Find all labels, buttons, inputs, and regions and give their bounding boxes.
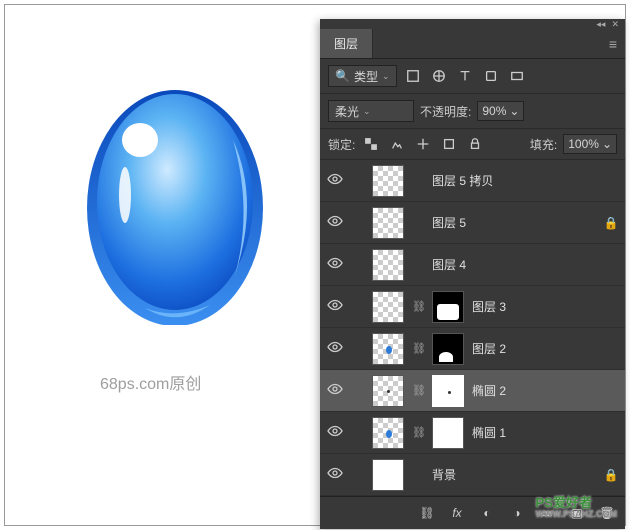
lock-artboard-icon[interactable] — [439, 134, 459, 154]
visibility-toggle[interactable] — [326, 257, 344, 272]
layer-row[interactable]: ⛓ 图层 2 — [320, 328, 625, 370]
layer-row[interactable]: ⛓ 椭圆 1 — [320, 412, 625, 454]
layer-mask-thumb — [432, 375, 464, 407]
blend-row: 柔光 ⌄ 不透明度: 90% ⌄ — [320, 94, 625, 129]
link-layers-icon[interactable]: ⛓ — [417, 503, 437, 523]
layer-thumb — [372, 417, 404, 449]
layer-name: 背景 — [432, 466, 595, 483]
layer-name: 图层 4 — [432, 256, 595, 273]
layer-name: 图层 5 拷贝 — [432, 172, 595, 189]
filter-smart-icon[interactable] — [507, 66, 527, 86]
visibility-toggle[interactable] — [326, 299, 344, 314]
layer-mask-thumb — [432, 333, 464, 365]
layer-thumb — [372, 333, 404, 365]
filter-pixel-icon[interactable] — [403, 66, 423, 86]
layer-row[interactable]: 背景 🔒 — [320, 454, 625, 496]
canvas-area: 68ps.com原创 — [5, 5, 315, 525]
lock-row: 锁定: 填充: 100% ⌄ — [320, 129, 625, 160]
layer-link-icon[interactable]: ⛓ — [412, 342, 424, 355]
filter-kind-label: 类型 — [354, 68, 378, 85]
site-watermark: PS爱好者 WWW.PSAHZ.COM — [536, 492, 618, 519]
layer-row[interactable]: 图层 5 拷贝 — [320, 160, 625, 202]
watermark-main: PS爱好者 — [536, 495, 592, 510]
chevron-down-icon: ⌄ — [602, 137, 612, 151]
opacity-label: 不透明度: — [420, 103, 471, 120]
layer-row[interactable]: 图层 4 — [320, 244, 625, 286]
visibility-toggle[interactable] — [326, 215, 344, 230]
blend-mode-value: 柔光 — [335, 103, 359, 120]
visibility-toggle[interactable] — [326, 383, 344, 398]
lock-position-icon[interactable] — [413, 134, 433, 154]
layer-mask-thumb — [432, 291, 464, 323]
layer-link-icon[interactable]: ⛓ — [412, 300, 424, 313]
layer-thumb — [372, 249, 404, 281]
panel-collapse-icon[interactable]: ◂◂ — [596, 19, 605, 30]
layers-list: 图层 5 拷贝图层 5 🔒 图层 4 ⛓ 图层 3 ⛓ 图层 2 ⛓ 椭圆 2 ⛓ 椭圆 1 背景 🔒 — [320, 160, 625, 496]
fill-input[interactable]: 100% ⌄ — [563, 134, 617, 154]
chevron-down-icon: ⌄ — [363, 106, 371, 117]
visibility-toggle[interactable] — [326, 173, 344, 188]
visibility-toggle[interactable] — [326, 467, 344, 482]
layer-row[interactable]: ⛓ 图层 3 — [320, 286, 625, 328]
layer-thumb — [372, 165, 404, 197]
fx-icon[interactable]: fx — [447, 503, 467, 523]
layer-thumb — [372, 291, 404, 323]
opacity-value: 90% — [482, 104, 506, 118]
panel-tabs: 图层 ≡ — [320, 29, 625, 59]
app-frame: 68ps.com原创 ◂◂ ✕ 图层 ≡ 🔍 类型 ⌄ 柔光 — [4, 4, 626, 526]
panel-topbar: ◂◂ ✕ — [320, 19, 625, 29]
layers-panel: ◂◂ ✕ 图层 ≡ 🔍 类型 ⌄ 柔光 ⌄ 不透明度: — [320, 19, 625, 529]
fill-label: 填充: — [530, 136, 557, 153]
lock-image-icon[interactable] — [387, 134, 407, 154]
panel-menu-icon[interactable]: ≡ — [601, 36, 625, 52]
lock-indicator-icon: 🔒 — [603, 468, 619, 482]
visibility-toggle[interactable] — [326, 425, 344, 440]
fill-value: 100% — [568, 137, 599, 151]
layer-link-icon[interactable]: ⛓ — [412, 384, 424, 397]
opacity-input[interactable]: 90% ⌄ — [477, 101, 524, 121]
layer-row[interactable]: ⛓ 椭圆 2 — [320, 370, 625, 412]
filter-adjust-icon[interactable] — [429, 66, 449, 86]
layer-name: 图层 3 — [472, 298, 595, 315]
layer-row[interactable]: 图层 5 🔒 — [320, 202, 625, 244]
visibility-toggle[interactable] — [326, 341, 344, 356]
lock-label: 锁定: — [328, 136, 355, 153]
tab-layers[interactable]: 图层 — [320, 29, 373, 58]
layer-thumb — [372, 375, 404, 407]
panel-close-icon[interactable]: ✕ — [611, 19, 619, 30]
filter-type-icon[interactable] — [455, 66, 475, 86]
blend-mode-select[interactable]: 柔光 ⌄ — [328, 100, 414, 122]
layer-thumb — [372, 459, 404, 491]
layer-name: 图层 5 — [432, 214, 595, 231]
chevron-down-icon: ⌄ — [509, 104, 519, 118]
filter-kind-select[interactable]: 🔍 类型 ⌄ — [328, 65, 397, 87]
layer-name: 图层 2 — [472, 340, 595, 357]
lock-icons — [361, 134, 485, 154]
filter-row: 🔍 类型 ⌄ — [320, 59, 625, 94]
lock-indicator-icon: 🔒 — [603, 216, 619, 230]
layer-mask-thumb — [432, 417, 464, 449]
layer-name: 椭圆 2 — [472, 382, 595, 399]
blue-gem-artwork — [85, 80, 265, 325]
filter-shape-icon[interactable] — [481, 66, 501, 86]
watermark-text: 68ps.com原创 — [100, 370, 201, 394]
layer-name: 椭圆 1 — [472, 424, 595, 441]
search-icon: 🔍 — [335, 69, 350, 83]
layer-link-icon[interactable]: ⛓ — [412, 426, 424, 439]
lock-transparent-icon[interactable] — [361, 134, 381, 154]
watermark-sub: WWW.PSAHZ.COM — [536, 509, 618, 519]
layer-thumb — [372, 207, 404, 239]
lock-all-icon[interactable] — [465, 134, 485, 154]
mask-icon[interactable]: ◐ — [477, 503, 497, 523]
adjustment-icon[interactable]: ◑ — [507, 503, 527, 523]
chevron-down-icon: ⌄ — [382, 71, 390, 82]
